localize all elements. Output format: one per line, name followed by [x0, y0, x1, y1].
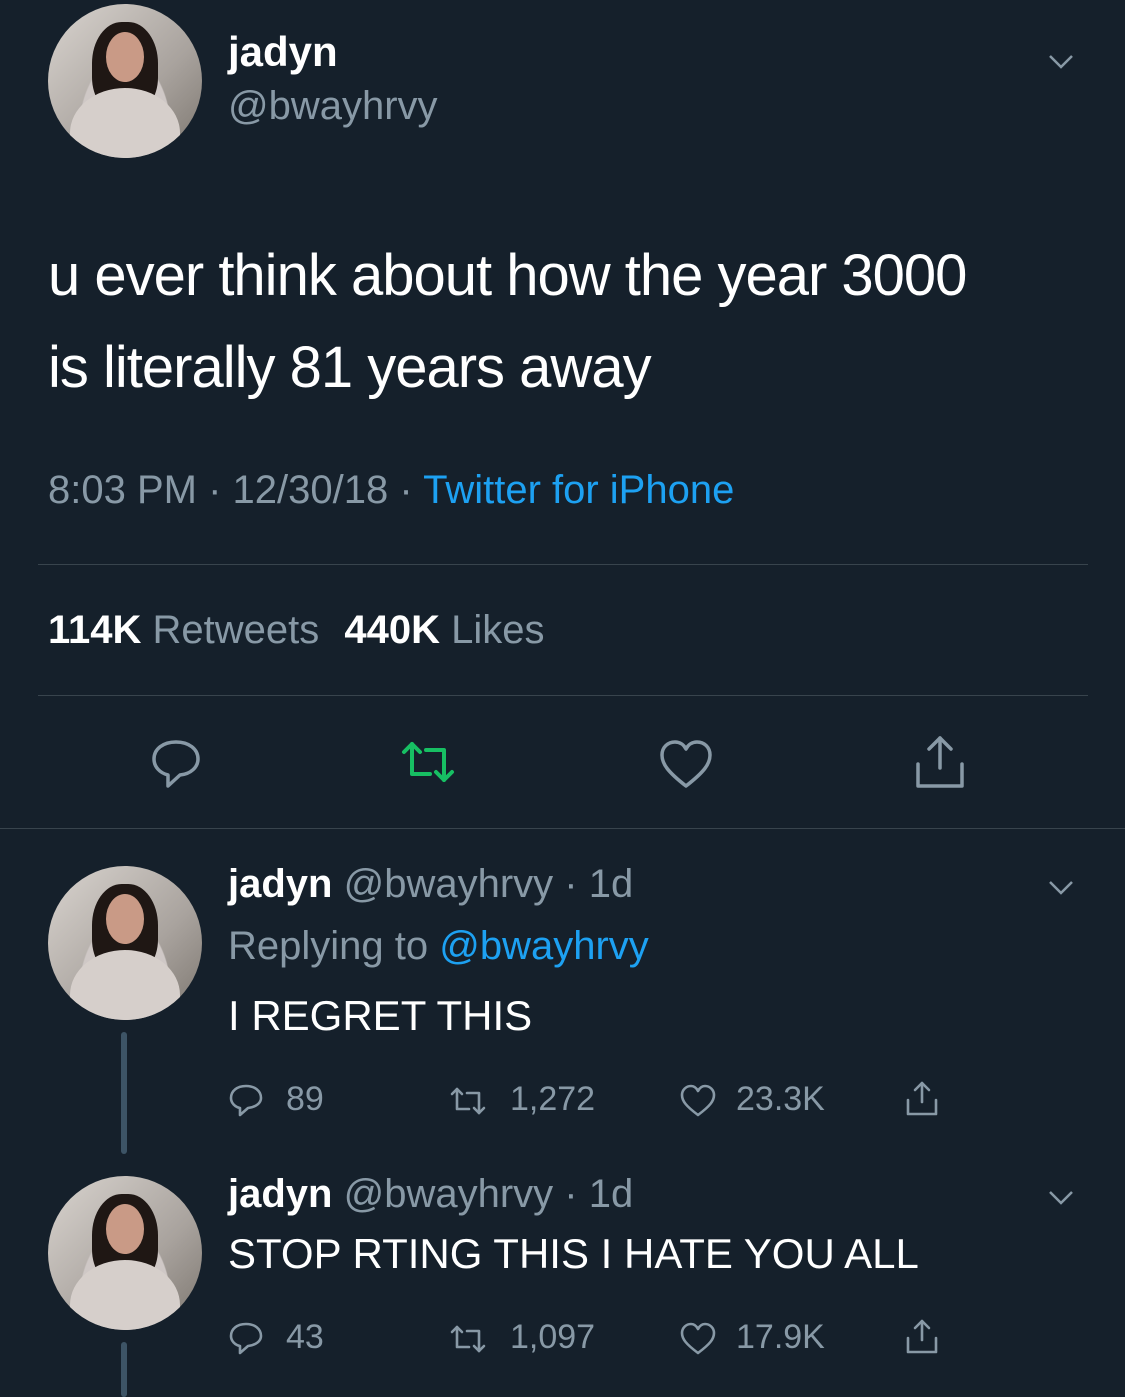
replying-to: Replying to @bwayhrvy: [228, 924, 649, 969]
retweet-count: 1,097: [510, 1318, 596, 1356]
author-handle[interactable]: @bwayhrvy: [344, 862, 554, 906]
share-icon[interactable]: [904, 1080, 940, 1116]
meta-separator: ·: [564, 1172, 578, 1216]
share-icon[interactable]: [904, 1318, 940, 1354]
avatar[interactable]: [48, 1176, 202, 1330]
retweets-count: 114K: [48, 608, 142, 652]
author-name[interactable]: jadyn: [228, 28, 338, 76]
avatar[interactable]: [48, 4, 202, 158]
reply-header: jadyn @bwayhrvy · 1d: [228, 1172, 633, 1217]
heart-icon[interactable]: [658, 736, 714, 792]
tweet-time: 8:03 PM: [48, 468, 197, 512]
retweet-icon[interactable]: [450, 1321, 486, 1357]
heart-icon[interactable]: [680, 1321, 716, 1357]
reply-age: 1d: [588, 1172, 634, 1216]
tweet-text-line: u ever think about how the year 3000: [48, 243, 967, 308]
tweet-date: 12/30/18: [232, 468, 389, 512]
reply-icon[interactable]: [228, 1320, 264, 1356]
likes-label: Likes: [451, 608, 545, 652]
retweet-icon[interactable]: [450, 1083, 486, 1119]
likes-count: 440K: [344, 608, 441, 652]
tweet-meta: 8:03 PM · 12/30/18 · Twitter for iPhone: [48, 468, 734, 513]
author-name[interactable]: jadyn: [228, 862, 332, 906]
thread-line: [121, 1342, 127, 1397]
thread-line: [121, 1032, 127, 1154]
author-handle[interactable]: @bwayhrvy: [344, 1172, 554, 1216]
reply-count: 89: [286, 1080, 324, 1118]
retweet-count: 1,272: [510, 1080, 596, 1118]
reply-age: 1d: [588, 862, 634, 906]
share-icon[interactable]: [912, 734, 968, 790]
retweets-count-link[interactable]: 114K Retweets: [48, 608, 330, 652]
chevron-down-icon[interactable]: [1048, 48, 1074, 74]
reply-header: jadyn @bwayhrvy · 1d: [228, 862, 633, 907]
author-name[interactable]: jadyn: [228, 1172, 332, 1216]
replying-prefix: Replying to: [228, 924, 429, 968]
chevron-down-icon[interactable]: [1048, 1184, 1074, 1210]
heart-icon[interactable]: [680, 1083, 716, 1119]
divider: [38, 695, 1088, 696]
meta-separator: ·: [208, 468, 222, 512]
retweet-icon[interactable]: [400, 734, 456, 790]
tweet-source-link[interactable]: Twitter for iPhone: [423, 468, 734, 512]
reply-text: I REGRET THIS: [228, 992, 533, 1039]
meta-separator: ·: [399, 468, 413, 512]
reply-actions: 43 1,097 17.9K: [228, 1318, 968, 1362]
avatar[interactable]: [48, 866, 202, 1020]
divider: [38, 564, 1088, 565]
reply-icon[interactable]: [148, 734, 204, 790]
reply-text: STOP RTING THIS I HATE YOU ALL: [228, 1230, 919, 1277]
replying-handle-link[interactable]: @bwayhrvy: [439, 924, 649, 968]
likes-count-link[interactable]: 440K Likes: [344, 608, 544, 652]
reply-icon[interactable]: [228, 1082, 264, 1118]
reply-count: 43: [286, 1318, 324, 1356]
reply-actions: 89 1,272 23.3K: [228, 1080, 968, 1124]
meta-separator: ·: [564, 862, 578, 906]
divider: [0, 828, 1125, 829]
like-count: 17.9K: [736, 1318, 825, 1356]
engagement-stats: 114K Retweets 440K Likes: [48, 608, 545, 653]
author-handle[interactable]: @bwayhrvy: [228, 84, 438, 129]
retweets-label: Retweets: [152, 608, 320, 652]
like-count: 23.3K: [736, 1080, 825, 1118]
chevron-down-icon[interactable]: [1048, 874, 1074, 900]
tweet-text-line: is literally 81 years away: [48, 335, 652, 400]
tweet-text: u ever think about how the year 3000 is …: [48, 230, 967, 414]
